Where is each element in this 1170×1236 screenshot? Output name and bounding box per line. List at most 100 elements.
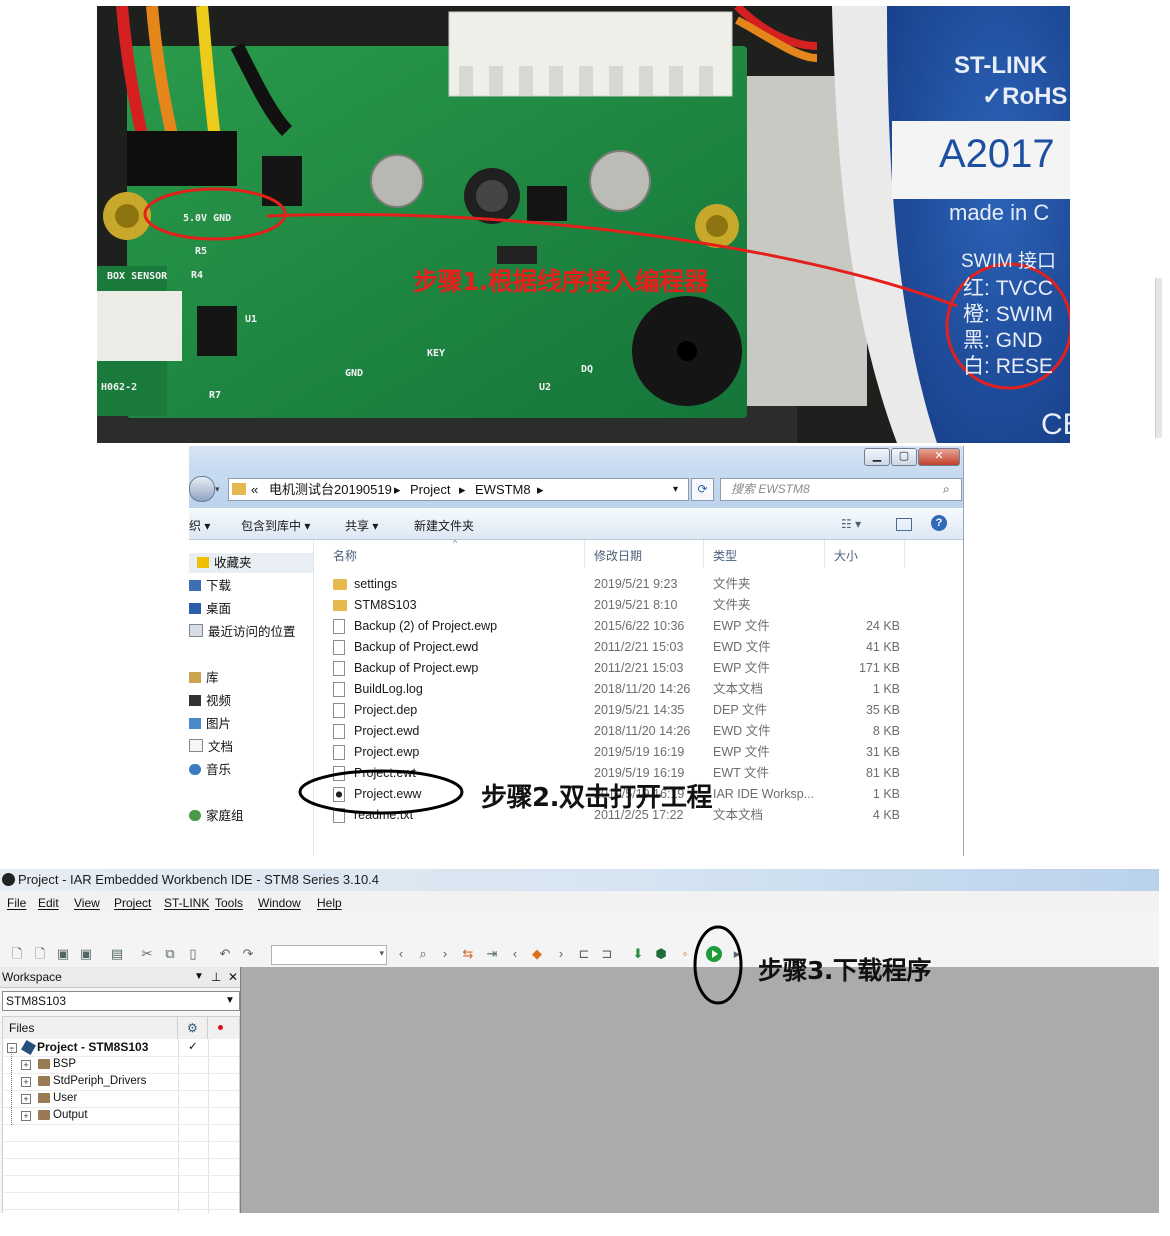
address-dropdown-icon[interactable]: ▾ [673, 479, 678, 500]
close-button[interactable]: ✕ [918, 448, 960, 466]
nav-desktop[interactable]: 桌面 [189, 600, 231, 618]
compile-icon[interactable]: ◆ [530, 947, 544, 961]
redo-icon[interactable]: ↷ [241, 947, 255, 961]
nav-dropdown-icon[interactable]: ▾ [215, 484, 220, 495]
panel-menu-icon[interactable]: ▼ [194, 967, 204, 987]
column-type[interactable]: 类型 [713, 547, 737, 564]
toggle-bookmark-icon[interactable]: ⇆ [461, 947, 475, 961]
file-name: Project.ewd [354, 724, 420, 738]
breakpoint-icon[interactable]: ◦ [678, 947, 692, 961]
nav-documents[interactable]: 文档 [189, 738, 233, 756]
step1-annotation: 步骤1.根据线序接入编程器 [413, 267, 709, 296]
nav-downloads[interactable]: 下载 [189, 577, 231, 595]
find-combo-box[interactable]: ▾ [271, 945, 387, 965]
go-forward-icon[interactable]: ⊐ [600, 947, 614, 961]
file-row[interactable]: Backup of Project.ewd 2011/2/21 15:03 EWD … [314, 637, 963, 658]
file-row[interactable]: settings 2019/5/21 9:23 文件夹 [314, 574, 963, 595]
find-icon[interactable]: ⌕ [416, 947, 430, 961]
nav-recent[interactable]: 最近访问的位置 [189, 623, 296, 641]
view-options-icon[interactable]: ☷ ▾ [841, 517, 861, 531]
silk-power: 5.0V GND [183, 213, 232, 224]
tree-group-bsp[interactable]: + BSP [3, 1056, 239, 1074]
save-icon[interactable]: ▣ [56, 947, 70, 961]
address-overflow[interactable]: « [251, 479, 258, 500]
file-row[interactable]: STM8S103 2019/5/21 8:10 文件夹 [314, 595, 963, 616]
new-folder-button[interactable]: 新建文件夹 [414, 517, 474, 534]
menu-view[interactable]: View [74, 896, 100, 910]
tree-group-stdperiph[interactable]: + StdPeriph_Drivers [3, 1073, 239, 1091]
nav-homegroup[interactable]: 家庭组 [189, 807, 244, 825]
new-file-icon[interactable]: 🗋 [10, 947, 24, 961]
menu-help[interactable]: Help [317, 896, 342, 910]
ce-mark: CE [1041, 408, 1070, 441]
nav-forward-icon[interactable]: › [438, 947, 452, 961]
include-library-menu[interactable]: 包含到库中 ▾ [241, 517, 310, 534]
search-icon[interactable]: ⌕ [943, 479, 950, 500]
tree-project-node[interactable]: − Project - STM8S103 ✓ [3, 1039, 239, 1057]
menu-file[interactable]: File [7, 896, 26, 910]
minimize-button[interactable]: ▁ [864, 448, 890, 466]
breadcrumb-root[interactable]: 电机测试台20190519 [269, 479, 392, 500]
tree-group-output[interactable]: + Output [3, 1107, 239, 1125]
menu-edit[interactable]: Edit [38, 896, 59, 910]
panel-close-icon[interactable]: ✕ [228, 967, 238, 987]
print-icon[interactable]: ▤ [110, 947, 124, 961]
save-all-icon[interactable]: ▣ [79, 947, 93, 961]
file-row[interactable]: Project.dep 2019/5/21 14:35 DEP 文件 35 KB [314, 700, 963, 721]
preview-pane-icon[interactable] [896, 518, 912, 531]
undo-icon[interactable]: ↶ [218, 947, 232, 961]
file-row[interactable]: BuildLog.log 2018/11/20 14:26 文本文档 1 KB [314, 679, 963, 700]
new-document-icon[interactable]: 🗋 [33, 947, 47, 961]
settings-gear-icon[interactable]: ⚙ [187, 1017, 198, 1039]
silk-gnd: GND [345, 368, 364, 379]
file-size: 41 KB [865, 640, 900, 654]
search-input[interactable]: 搜索 EWSTM8 ⌕ [720, 478, 962, 501]
iar-ide-window: Project - IAR Embedded Workbench IDE - S… [0, 869, 1159, 1213]
breadcrumb-ewstm8[interactable]: EWSTM8 [475, 479, 531, 500]
organize-menu[interactable]: 织 ▾ [189, 517, 210, 534]
column-name[interactable]: 名称 [333, 547, 357, 564]
menu-window[interactable]: Window [258, 896, 301, 910]
make-icon[interactable]: ⬇ [631, 947, 645, 961]
file-row[interactable]: Backup of Project.ewp 2011/2/21 15:03 EWP … [314, 658, 963, 679]
file-size: 8 KB [872, 724, 900, 738]
paste-icon[interactable]: ▯ [186, 947, 200, 961]
file-row[interactable]: Backup (2) of Project.ewp 2015/6/22 10:36… [314, 616, 963, 637]
help-icon[interactable]: ? [931, 515, 947, 531]
file-row[interactable]: Project.ewd 2018/11/20 14:26 EWD 文件 8 KB [314, 721, 963, 742]
maximize-button[interactable]: ▢ [891, 448, 917, 466]
navigation-pane: 收藏夹 下载 桌面 最近访问的位置 库 视频 图片 文档 音乐 家庭组 [189, 540, 314, 856]
nav-back-icon[interactable]: ‹ [394, 947, 408, 961]
indent-icon[interactable]: ⇥ [485, 947, 499, 961]
nav-favorites[interactable]: 收藏夹 [197, 554, 252, 572]
column-date[interactable]: 修改日期 [594, 547, 642, 564]
page-scrollbar[interactable] [1155, 278, 1162, 438]
nav-pictures[interactable]: 图片 [189, 715, 231, 733]
column-size[interactable]: 大小 [834, 547, 858, 564]
cut-icon[interactable]: ✂ [140, 947, 154, 961]
menu-stlink[interactable]: ST-LINK [164, 896, 209, 910]
address-bar[interactable]: « 电机测试台20190519 ▸ Project ▸ EWSTM8 ▸ ▾ [228, 478, 689, 501]
prev-bookmark-icon[interactable]: ‹ [508, 947, 522, 961]
menu-project[interactable]: Project [114, 896, 151, 910]
tree-group-user[interactable]: + User [3, 1090, 239, 1108]
file-date: 2019/5/21 8:10 [594, 598, 678, 612]
explorer-titlebar: ▁ ▢ ✕ ▾ « 电机测试台20190519 ▸ Project ▸ EWST… [189, 446, 963, 508]
menu-tools[interactable]: Tools [215, 896, 243, 910]
refresh-icon[interactable]: ⟳ [691, 478, 714, 501]
nav-videos[interactable]: 视频 [189, 692, 231, 710]
breadcrumb-project[interactable]: Project [410, 479, 450, 500]
back-button[interactable] [189, 476, 215, 502]
share-menu[interactable]: 共享 ▾ [345, 517, 378, 534]
file-row[interactable]: Project.ewp 2019/5/19 16:19 EWP 文件 31 KB [314, 742, 963, 763]
nav-music[interactable]: 音乐 [189, 761, 231, 779]
nav-libraries[interactable]: 库 [189, 669, 219, 687]
stop-build-icon[interactable]: ⬢ [654, 947, 668, 961]
next-bookmark-icon[interactable]: › [554, 947, 568, 961]
iar-menubar: File Edit View Project ST-LINK Tools Win… [0, 891, 1159, 913]
go-back-icon[interactable]: ⊏ [577, 947, 591, 961]
configuration-select[interactable]: STM8S103 ▼ [2, 991, 240, 1011]
copy-icon[interactable]: ⧉ [163, 947, 177, 961]
file-type: EWD 文件 [713, 724, 771, 738]
pin-icon[interactable]: ⊥ [211, 967, 221, 987]
